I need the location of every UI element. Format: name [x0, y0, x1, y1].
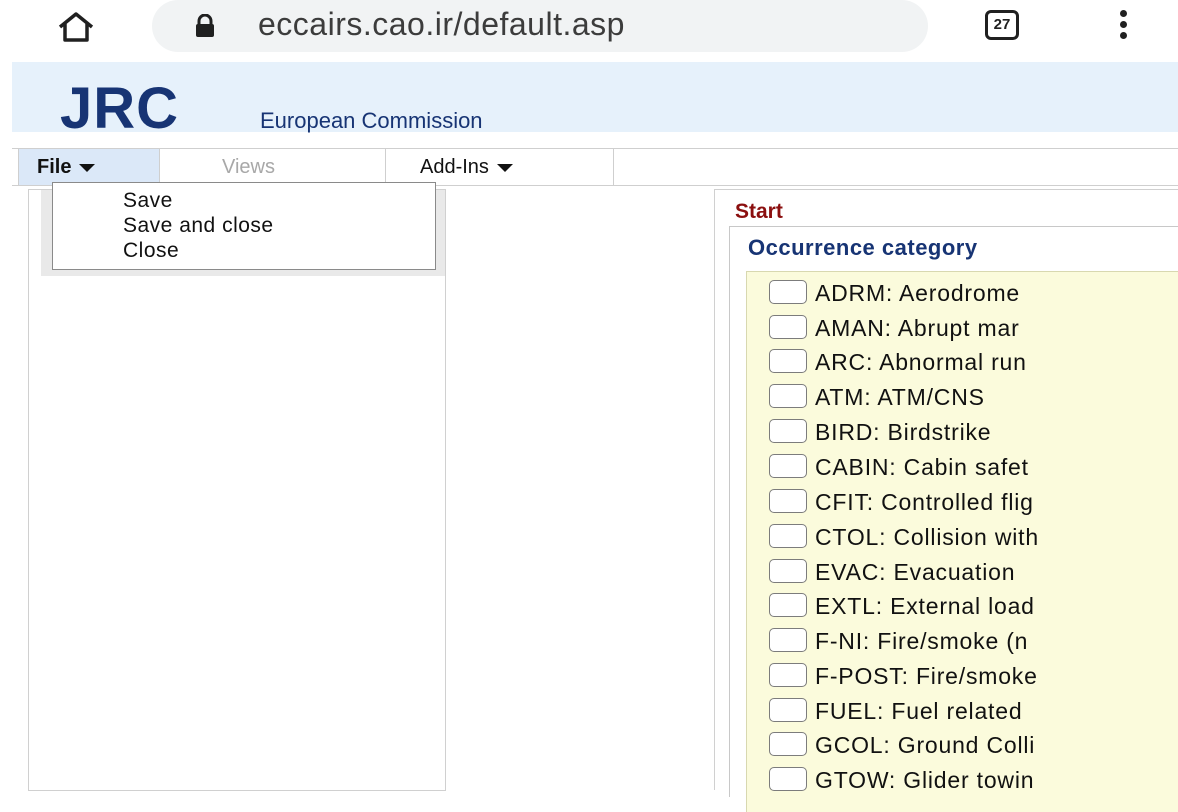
site-banner: JRC European Commission [12, 62, 1178, 138]
menu-file-label: File [37, 156, 72, 178]
left-panel: ions [28, 189, 446, 791]
lock-icon [194, 13, 216, 38]
checkbox[interactable] [769, 628, 807, 652]
right-panel: Start Occurrence category ADRM: Aerodrom… [714, 189, 1178, 812]
checkbox[interactable] [769, 489, 807, 513]
occurrence-category-section: Occurrence category ADRM: Aerodrome AMAN… [729, 226, 1178, 812]
menu-views[interactable]: Views [160, 149, 386, 185]
occurrence-category-list: ADRM: Aerodrome AMAN: Abrupt mar ARC: Ab… [746, 271, 1178, 812]
checkbox[interactable] [769, 349, 807, 373]
checkbox[interactable] [769, 454, 807, 478]
occurrence-category-title: Occurrence category [748, 235, 978, 260]
checkbox[interactable] [769, 524, 807, 548]
more-options-icon[interactable] [1120, 10, 1130, 44]
checkbox[interactable] [769, 419, 807, 443]
file-dropdown-menu: Save Save and close Close [52, 182, 436, 270]
menu-file[interactable]: File [18, 149, 160, 185]
checkbox[interactable] [769, 559, 807, 583]
menu-item-close[interactable]: Close [123, 239, 179, 263]
checkbox[interactable] [769, 732, 807, 756]
start-label: Start [735, 200, 783, 223]
chevron-down-icon [496, 163, 513, 172]
browser-toolbar: eccairs.cao.ir/default.asp 27 [0, 0, 1178, 60]
home-icon[interactable] [56, 10, 96, 44]
web-page: JRC European Commission File Views Add-I… [12, 62, 1178, 812]
checkbox[interactable] [769, 767, 807, 791]
jrc-logo: JRC [60, 76, 180, 141]
checkbox[interactable] [769, 663, 807, 687]
tab-switcher-button[interactable]: 27 [985, 10, 1019, 40]
checkbox[interactable] [769, 315, 807, 339]
menu-add-ins-label: Add-Ins [420, 156, 489, 178]
chevron-down-icon [79, 163, 96, 172]
checkbox[interactable] [769, 698, 807, 722]
address-bar[interactable]: eccairs.cao.ir/default.asp [152, 0, 928, 52]
checkbox[interactable] [769, 593, 807, 617]
checkbox[interactable] [769, 384, 807, 408]
url-text[interactable]: eccairs.cao.ir/default.asp [258, 6, 625, 43]
menu-item-save[interactable]: Save [123, 189, 173, 213]
checkbox[interactable] [769, 280, 807, 304]
menu-item-save-and-close[interactable]: Save and close [123, 214, 274, 238]
banner-subtitle: European Commission [260, 108, 483, 133]
menu-views-label: Views [222, 156, 275, 178]
menu-add-ins[interactable]: Add-Ins [386, 149, 614, 185]
menu-bar: File Views Add-Ins [12, 148, 1178, 186]
